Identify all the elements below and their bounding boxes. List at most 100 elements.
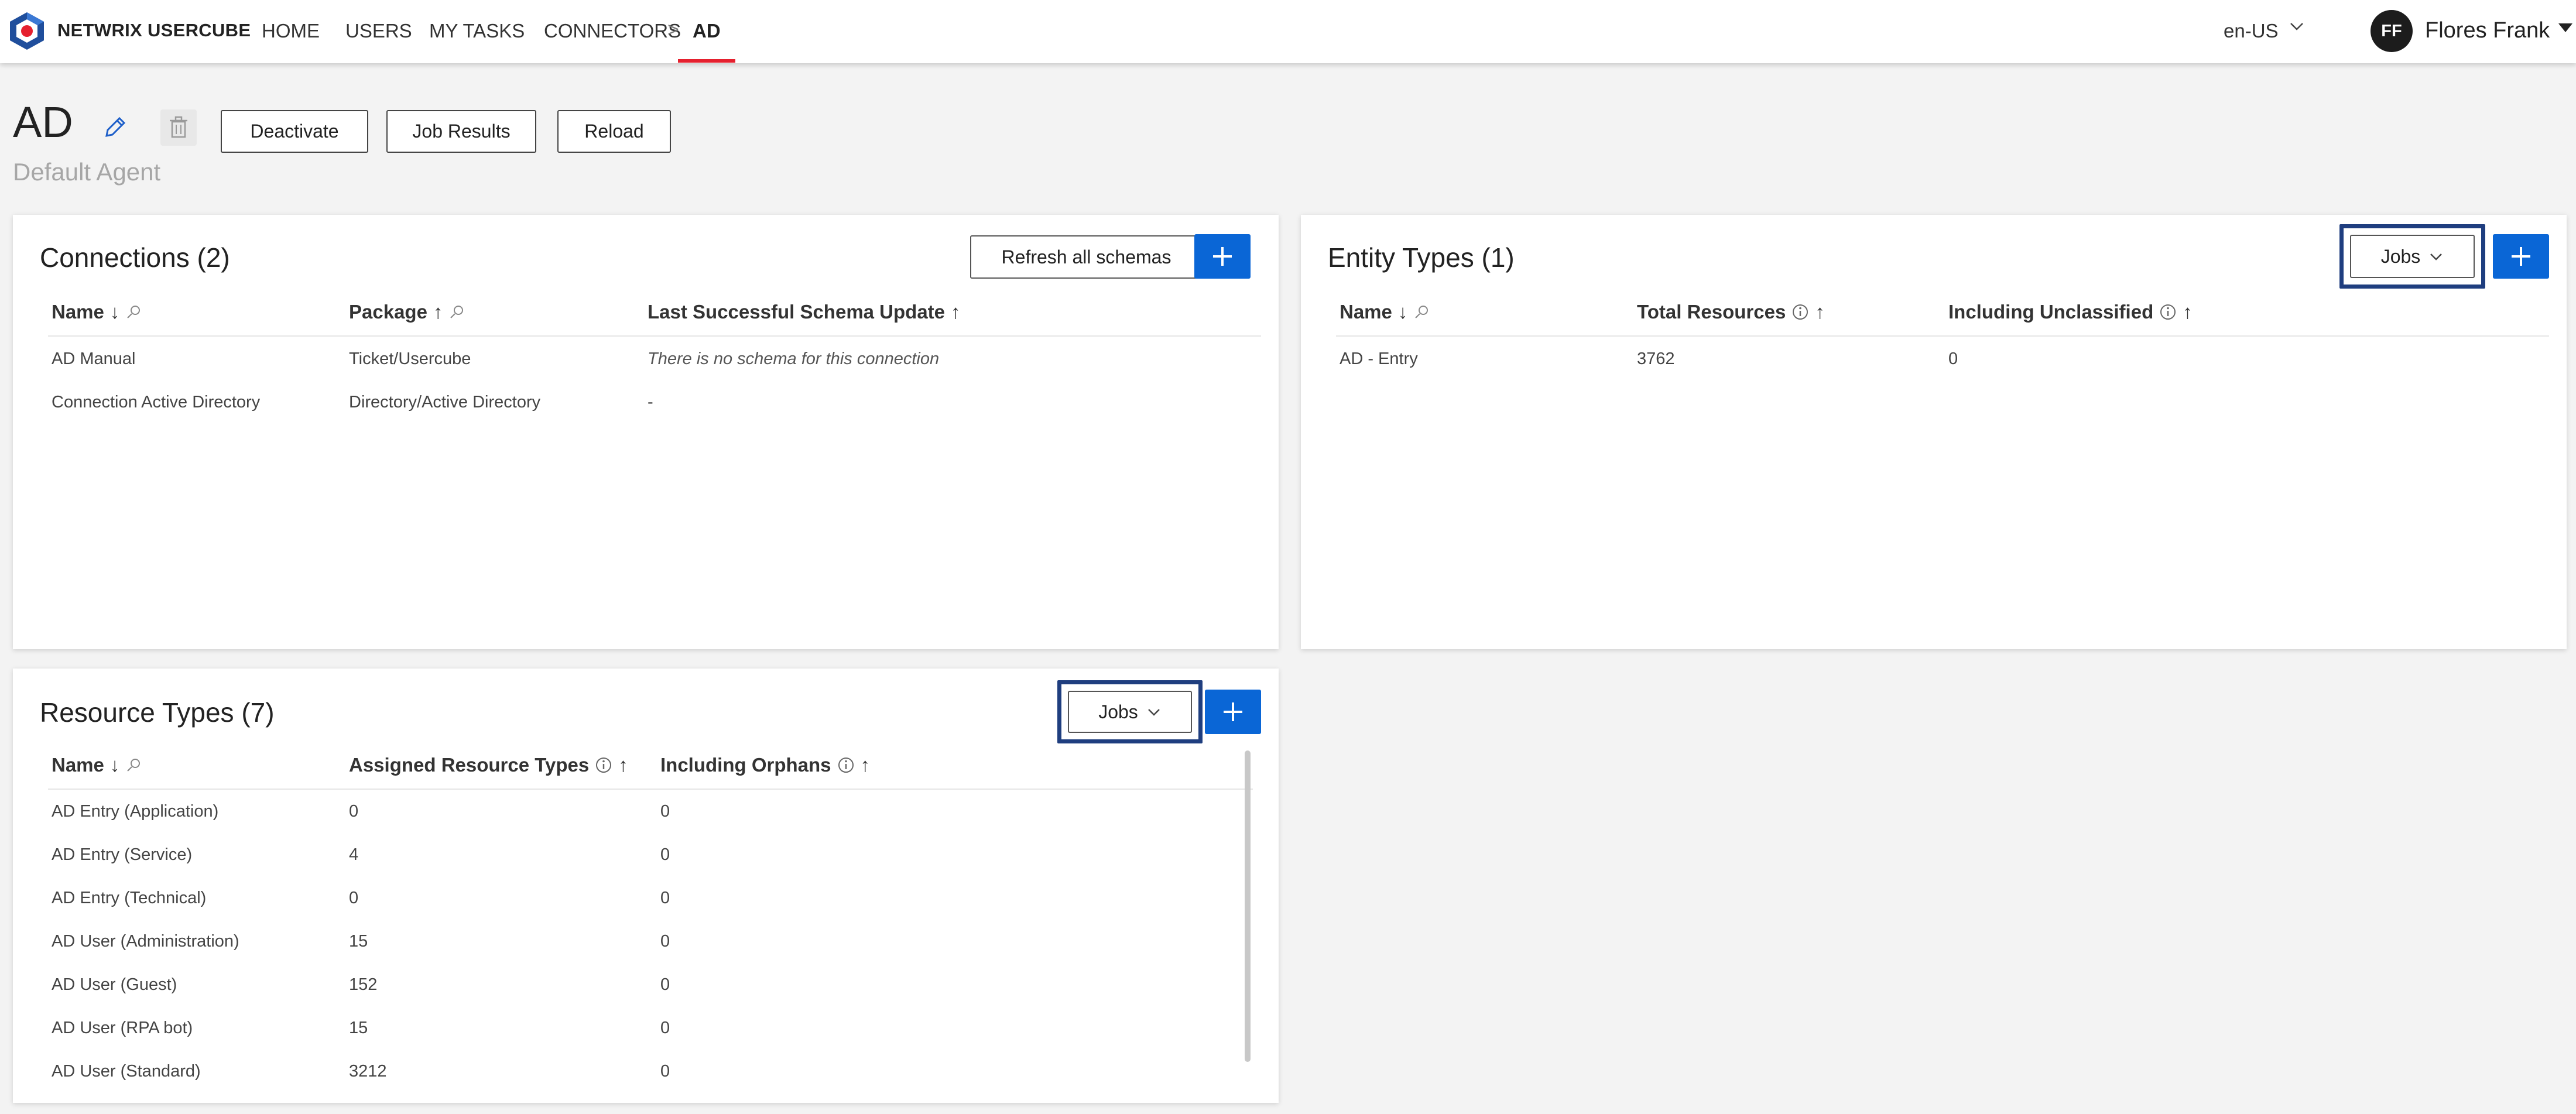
resource-types-scrollbar[interactable] bbox=[1245, 750, 1251, 1062]
resource-assigned: 4 bbox=[349, 845, 359, 864]
resource-type-name[interactable]: AD User (Guest) bbox=[52, 975, 177, 995]
sort-down-icon[interactable]: ↓ bbox=[110, 301, 120, 323]
resource-types-card: Resource Types (7) Jobs Name ↓ Assigned … bbox=[13, 669, 1279, 1103]
chevron-down-icon[interactable] bbox=[2288, 18, 2306, 35]
caret-down-icon[interactable] bbox=[2557, 22, 2574, 34]
resource-type-name[interactable]: AD Entry (Service) bbox=[52, 845, 192, 865]
active-nav-underline bbox=[678, 59, 735, 63]
resource-orphans: 0 bbox=[660, 845, 670, 864]
column-header-assigned-resource-types[interactable]: Assigned Resource Types ↑ bbox=[349, 754, 628, 776]
nav-connectors[interactable]: CONNECTORS bbox=[544, 20, 681, 42]
resource-types-table-body[interactable]: AD Entry (Application) 0 0 AD Entry (Ser… bbox=[13, 790, 1254, 1085]
connection-name[interactable]: Connection Active Directory bbox=[52, 393, 260, 412]
column-header-name[interactable]: Name ↓ bbox=[1340, 301, 1431, 323]
column-label: Last Successful Schema Update bbox=[648, 301, 946, 323]
breadcrumb-current-ad[interactable]: AD bbox=[693, 20, 721, 42]
language-selector[interactable]: en-US bbox=[2224, 20, 2279, 42]
column-label: Including Unclassified bbox=[1948, 301, 2154, 323]
trash-icon bbox=[170, 116, 187, 138]
search-icon[interactable] bbox=[125, 303, 143, 321]
column-header-name[interactable]: Name ↓ bbox=[52, 754, 143, 776]
column-header-package[interactable]: Package ↑ bbox=[349, 301, 466, 323]
resource-assigned: 3212 bbox=[349, 1062, 387, 1081]
search-icon[interactable] bbox=[1413, 303, 1431, 321]
jobs-label: Jobs bbox=[1098, 701, 1138, 722]
search-icon[interactable] bbox=[448, 303, 466, 321]
plus-icon bbox=[1224, 702, 1242, 721]
column-header-including-orphans[interactable]: Including Orphans ↑ bbox=[660, 754, 870, 776]
entity-unclassified: 0 bbox=[1948, 349, 1958, 368]
entity-jobs-dropdown[interactable]: Jobs bbox=[2350, 235, 2475, 278]
sort-up-icon[interactable]: ↑ bbox=[1815, 301, 1825, 323]
connection-name[interactable]: AD Manual bbox=[52, 349, 135, 369]
column-header-name[interactable]: Name ↓ bbox=[52, 301, 143, 323]
jobs-label: Jobs bbox=[2380, 245, 2421, 267]
resource-type-name[interactable]: AD Entry (Technical) bbox=[52, 889, 206, 908]
sort-up-icon[interactable]: ↑ bbox=[618, 754, 628, 776]
resource-orphans: 0 bbox=[660, 1062, 670, 1081]
add-connection-button[interactable] bbox=[1194, 234, 1251, 279]
breadcrumb-separator: > bbox=[667, 19, 679, 41]
add-entity-type-button[interactable] bbox=[2493, 234, 2549, 279]
connection-last-update: - bbox=[648, 393, 653, 412]
page-title: AD bbox=[13, 98, 73, 146]
entity-types-title: Entity Types (1) bbox=[1328, 242, 1515, 273]
netwrix-logo-icon[interactable] bbox=[8, 11, 46, 51]
page-subtitle: Default Agent bbox=[13, 158, 161, 186]
plus-icon bbox=[2512, 247, 2530, 266]
resource-jobs-dropdown[interactable]: Jobs bbox=[1068, 691, 1192, 733]
resource-orphans: 0 bbox=[660, 1019, 670, 1037]
column-label: Name bbox=[52, 301, 104, 323]
column-header-total-resources[interactable]: Total Resources ↑ bbox=[1637, 301, 1825, 323]
info-icon[interactable] bbox=[837, 756, 855, 774]
connection-last-update: There is no schema for this connection bbox=[648, 349, 940, 368]
resource-assigned: 15 bbox=[349, 1019, 368, 1037]
sort-up-icon[interactable]: ↑ bbox=[861, 754, 871, 776]
reload-button[interactable]: Reload bbox=[557, 110, 671, 153]
resource-type-name[interactable]: AD User (Standard) bbox=[52, 1062, 201, 1081]
resource-orphans: 0 bbox=[660, 802, 670, 821]
connections-card: Connections (2) Refresh all schemas Name… bbox=[13, 215, 1279, 649]
resource-assigned: 15 bbox=[349, 932, 368, 951]
sort-down-icon[interactable]: ↓ bbox=[110, 754, 120, 776]
entity-types-card: Entity Types (1) Jobs Name ↓ Total Resou… bbox=[1301, 215, 2567, 649]
entity-type-name[interactable]: AD - Entry bbox=[1340, 349, 1418, 369]
info-icon[interactable] bbox=[1791, 303, 1809, 321]
resource-orphans: 0 bbox=[660, 932, 670, 951]
refresh-all-schemas-button[interactable]: Refresh all schemas bbox=[970, 235, 1203, 279]
info-icon[interactable] bbox=[595, 756, 612, 774]
sort-down-icon[interactable]: ↓ bbox=[1398, 301, 1408, 323]
resource-orphans: 0 bbox=[660, 975, 670, 994]
delete-button[interactable] bbox=[160, 109, 197, 146]
connection-package: Ticket/Usercube bbox=[349, 349, 471, 368]
brand-name[interactable]: NETWRIX USERCUBE bbox=[57, 20, 251, 41]
user-avatar[interactable]: FF bbox=[2371, 10, 2413, 52]
nav-users[interactable]: USERS bbox=[345, 20, 412, 42]
sort-up-icon[interactable]: ↑ bbox=[951, 301, 961, 323]
column-header-including-unclassified[interactable]: Including Unclassified ↑ bbox=[1948, 301, 2193, 323]
column-header-last-update[interactable]: Last Successful Schema Update ↑ bbox=[648, 301, 961, 323]
resource-type-name[interactable]: AD User (Administration) bbox=[52, 932, 239, 951]
resource-types-title: Resource Types (7) bbox=[40, 697, 275, 728]
column-label: Total Resources bbox=[1637, 301, 1786, 323]
sort-up-icon[interactable]: ↑ bbox=[433, 301, 443, 323]
job-results-button[interactable]: Job Results bbox=[386, 110, 536, 153]
resource-assigned: 152 bbox=[349, 975, 378, 994]
nav-my-tasks[interactable]: MY TASKS bbox=[429, 20, 525, 42]
resource-assigned: 0 bbox=[349, 802, 359, 821]
table-header-divider bbox=[1336, 335, 2549, 337]
deactivate-button[interactable]: Deactivate bbox=[221, 110, 368, 153]
nav-home[interactable]: HOME bbox=[262, 20, 320, 42]
search-icon[interactable] bbox=[125, 756, 143, 774]
add-resource-type-button[interactable] bbox=[1205, 690, 1261, 734]
column-label: Including Orphans bbox=[660, 754, 831, 776]
info-icon[interactable] bbox=[2159, 303, 2177, 321]
column-label: Package bbox=[349, 301, 427, 323]
sort-up-icon[interactable]: ↑ bbox=[2183, 301, 2193, 323]
edit-pencil-icon[interactable] bbox=[100, 112, 130, 143]
resource-orphans: 0 bbox=[660, 889, 670, 907]
user-name[interactable]: Flores Frank bbox=[2425, 18, 2550, 43]
resource-type-name[interactable]: AD Entry (Application) bbox=[52, 802, 218, 821]
resource-type-name[interactable]: AD User (RPA bot) bbox=[52, 1019, 193, 1038]
connection-package: Directory/Active Directory bbox=[349, 393, 541, 412]
